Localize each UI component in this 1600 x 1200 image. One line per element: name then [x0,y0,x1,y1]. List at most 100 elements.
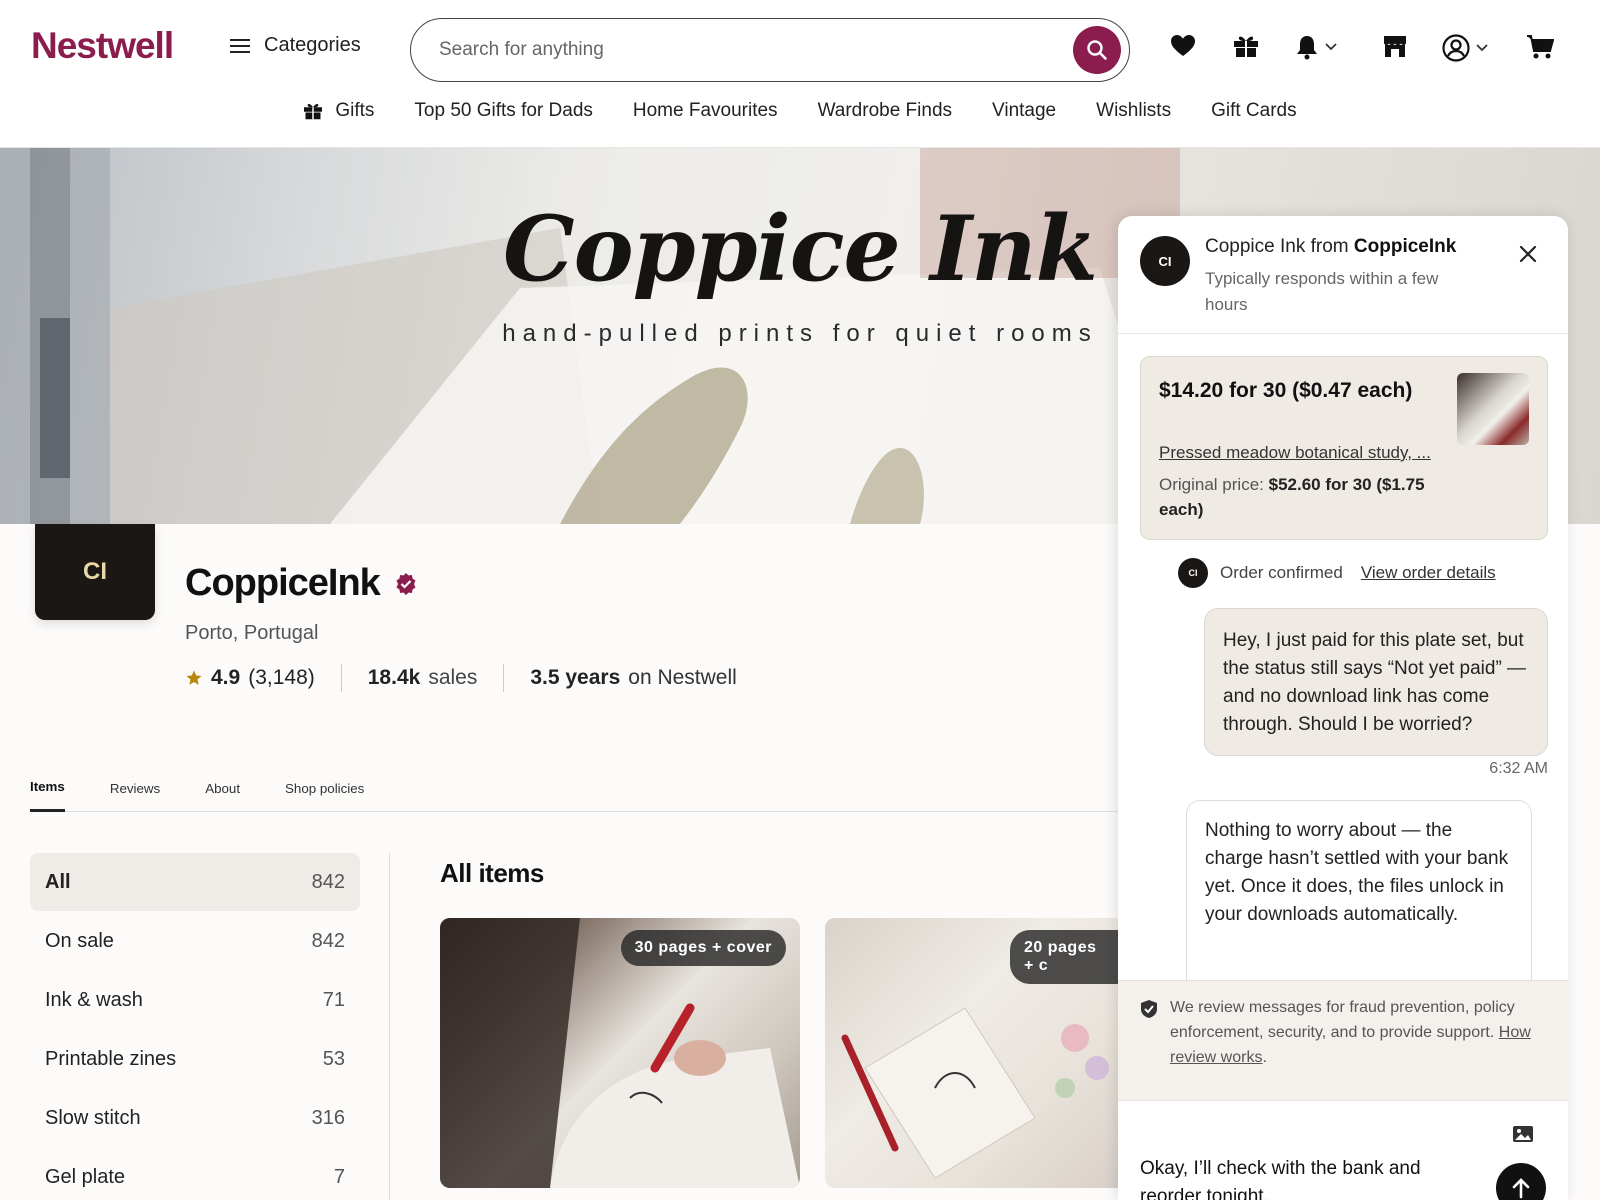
nav-item[interactable]: Top 50 Gifts for Dads [414,100,592,122]
nav-item-gifts[interactable]: Gifts [303,100,374,122]
tab-reviews[interactable]: Reviews [110,752,160,812]
offer-card[interactable]: $14.20 for 30 ($0.47 each) Pressed meado… [1140,356,1548,540]
section-count: 53 [322,1047,345,1070]
section-list: All 842 On sale 842 Ink & wash 71 Printable… [30,853,360,1200]
category-nav: Gifts Top 50 Gifts for Dads Home Favouri… [0,100,1600,122]
system-message: CI Order confirmed View order details [1178,558,1496,588]
search-bar [410,18,1130,82]
section-label: All [45,870,71,893]
message-input[interactable]: Okay, I’ll check with the bank and reord… [1140,1155,1470,1200]
shop-manager-button[interactable] [1382,34,1408,58]
tab-items[interactable]: Items [30,752,65,812]
gift-icon [1234,36,1258,57]
section-label: Gel plate [45,1165,126,1188]
shop-avatar: CI [1178,558,1208,588]
section-item[interactable]: On sale 842 [30,912,360,970]
site-header: Nestwell Categories Gifts Top 50 Gifts f… [0,0,1600,148]
sales-value: 18.4k [367,666,421,689]
favorites-button[interactable] [1170,34,1196,58]
original-price-label: Original price: [1159,475,1269,494]
nav-item-label: Gifts [335,100,375,121]
section-count: 316 [311,1106,345,1129]
nav-item[interactable]: Wishlists [1096,100,1171,122]
listing-card[interactable]: 30 pages + cover [440,918,800,1188]
star-icon [186,670,202,685]
shop-name: CoppiceInk [185,562,381,604]
shop-logo: CI [35,524,155,620]
shop-avatar: CI [1140,236,1190,286]
close-chat-button[interactable] [1516,242,1540,266]
gift-button[interactable] [1233,34,1259,58]
section-item[interactable]: Slow stitch 316 [30,1089,360,1147]
offer-thumbnail [1457,373,1529,445]
search-input[interactable] [439,35,1039,65]
tab-about[interactable]: About [205,752,240,812]
review-notice: We review messages for fraud prevention,… [1118,980,1568,1100]
shop-name-row: CoppiceInk [185,562,418,605]
notice-text: We review messages for fraud prevention,… [1170,999,1515,1041]
tab-shop-policies[interactable]: Shop policies [285,752,364,812]
years-stat: 3.5 years on Nestwell [530,666,736,690]
section-label: Slow stitch [45,1106,141,1129]
site-logo[interactable]: Nestwell [31,25,174,67]
offer-price: $14.20 for 30 ($0.47 each) [1159,379,1413,402]
bell-icon [1297,36,1317,60]
nav-item[interactable]: Vintage [992,100,1056,122]
section-item[interactable]: Gel plate 7 [30,1148,360,1200]
section-count: 7 [333,1165,345,1188]
chevron-down-icon [1325,43,1337,51]
search-button[interactable] [1073,26,1121,74]
heart-icon [1171,35,1195,56]
sales-stat: 18.4k sales [368,666,478,690]
categories-label: Categories [264,34,361,56]
view-order-link[interactable]: View order details [1361,563,1496,583]
listing-badge: 20 pages + c [1010,930,1125,984]
chat-title: Coppice Ink from CoppiceInk [1205,236,1456,258]
shop-icon [1384,36,1406,57]
system-text: Order confirmed [1220,563,1343,582]
notifications-button[interactable] [1295,34,1337,60]
section-count: 842 [311,870,345,893]
section-label: Ink & wash [45,988,143,1011]
account-icon [1442,34,1470,62]
cart-icon [1527,35,1554,59]
nav-item[interactable]: Gift Cards [1211,100,1297,122]
section-label: On sale [45,929,114,952]
review-count: (3,148) [248,666,315,689]
listing-card[interactable]: 20 pages + c [825,918,1125,1188]
years-value: 3.5 years [530,666,621,689]
chat-panel: CI Coppice Ink from CoppiceInk Typically… [1118,216,1568,1200]
years-label: on Nestwell [628,666,737,689]
close-icon [1519,245,1537,263]
divider [503,664,505,692]
image-icon [1513,1126,1533,1142]
section-count: 842 [311,929,345,952]
arrow-up-icon [1512,1178,1530,1199]
rating-stat[interactable]: 4.9 (3,148) [185,666,315,690]
categories-button[interactable]: Categories [230,34,361,57]
section-item-all[interactable]: All 842 [30,853,360,911]
nav-item[interactable]: Wardrobe Finds [818,100,952,122]
section-count: 71 [322,988,345,1011]
section-item[interactable]: Printable zines 53 [30,1030,360,1088]
message-timestamp: 6:32 AM [1489,760,1548,777]
account-button[interactable] [1442,34,1488,62]
chat-title-prefix: Coppice Ink from [1205,236,1354,257]
listing-badge: 30 pages + cover [620,930,786,966]
offer-product-link[interactable]: Pressed meadow botanical study, ... [1159,443,1431,463]
send-button[interactable] [1496,1163,1546,1200]
shield-check-icon [1141,1000,1157,1018]
attach-image-button[interactable] [1512,1125,1534,1146]
sales-label: sales [428,666,478,689]
chat-header: CI Coppice Ink from CoppiceInk Typically… [1118,216,1568,334]
cart-button[interactable] [1526,34,1554,60]
shop-location: Porto, Portugal [185,622,319,644]
items-heading: All items [440,858,544,888]
nav-item[interactable]: Home Favourites [633,100,778,122]
section-item[interactable]: Ink & wash 71 [30,971,360,1029]
chevron-down-icon [1476,44,1488,52]
response-time: Typically responds within a few hours [1205,269,1439,314]
sent-message: Hey, I just paid for this plate set, but… [1204,608,1548,756]
verified-badge-icon [396,572,416,595]
menu-icon [230,38,250,53]
